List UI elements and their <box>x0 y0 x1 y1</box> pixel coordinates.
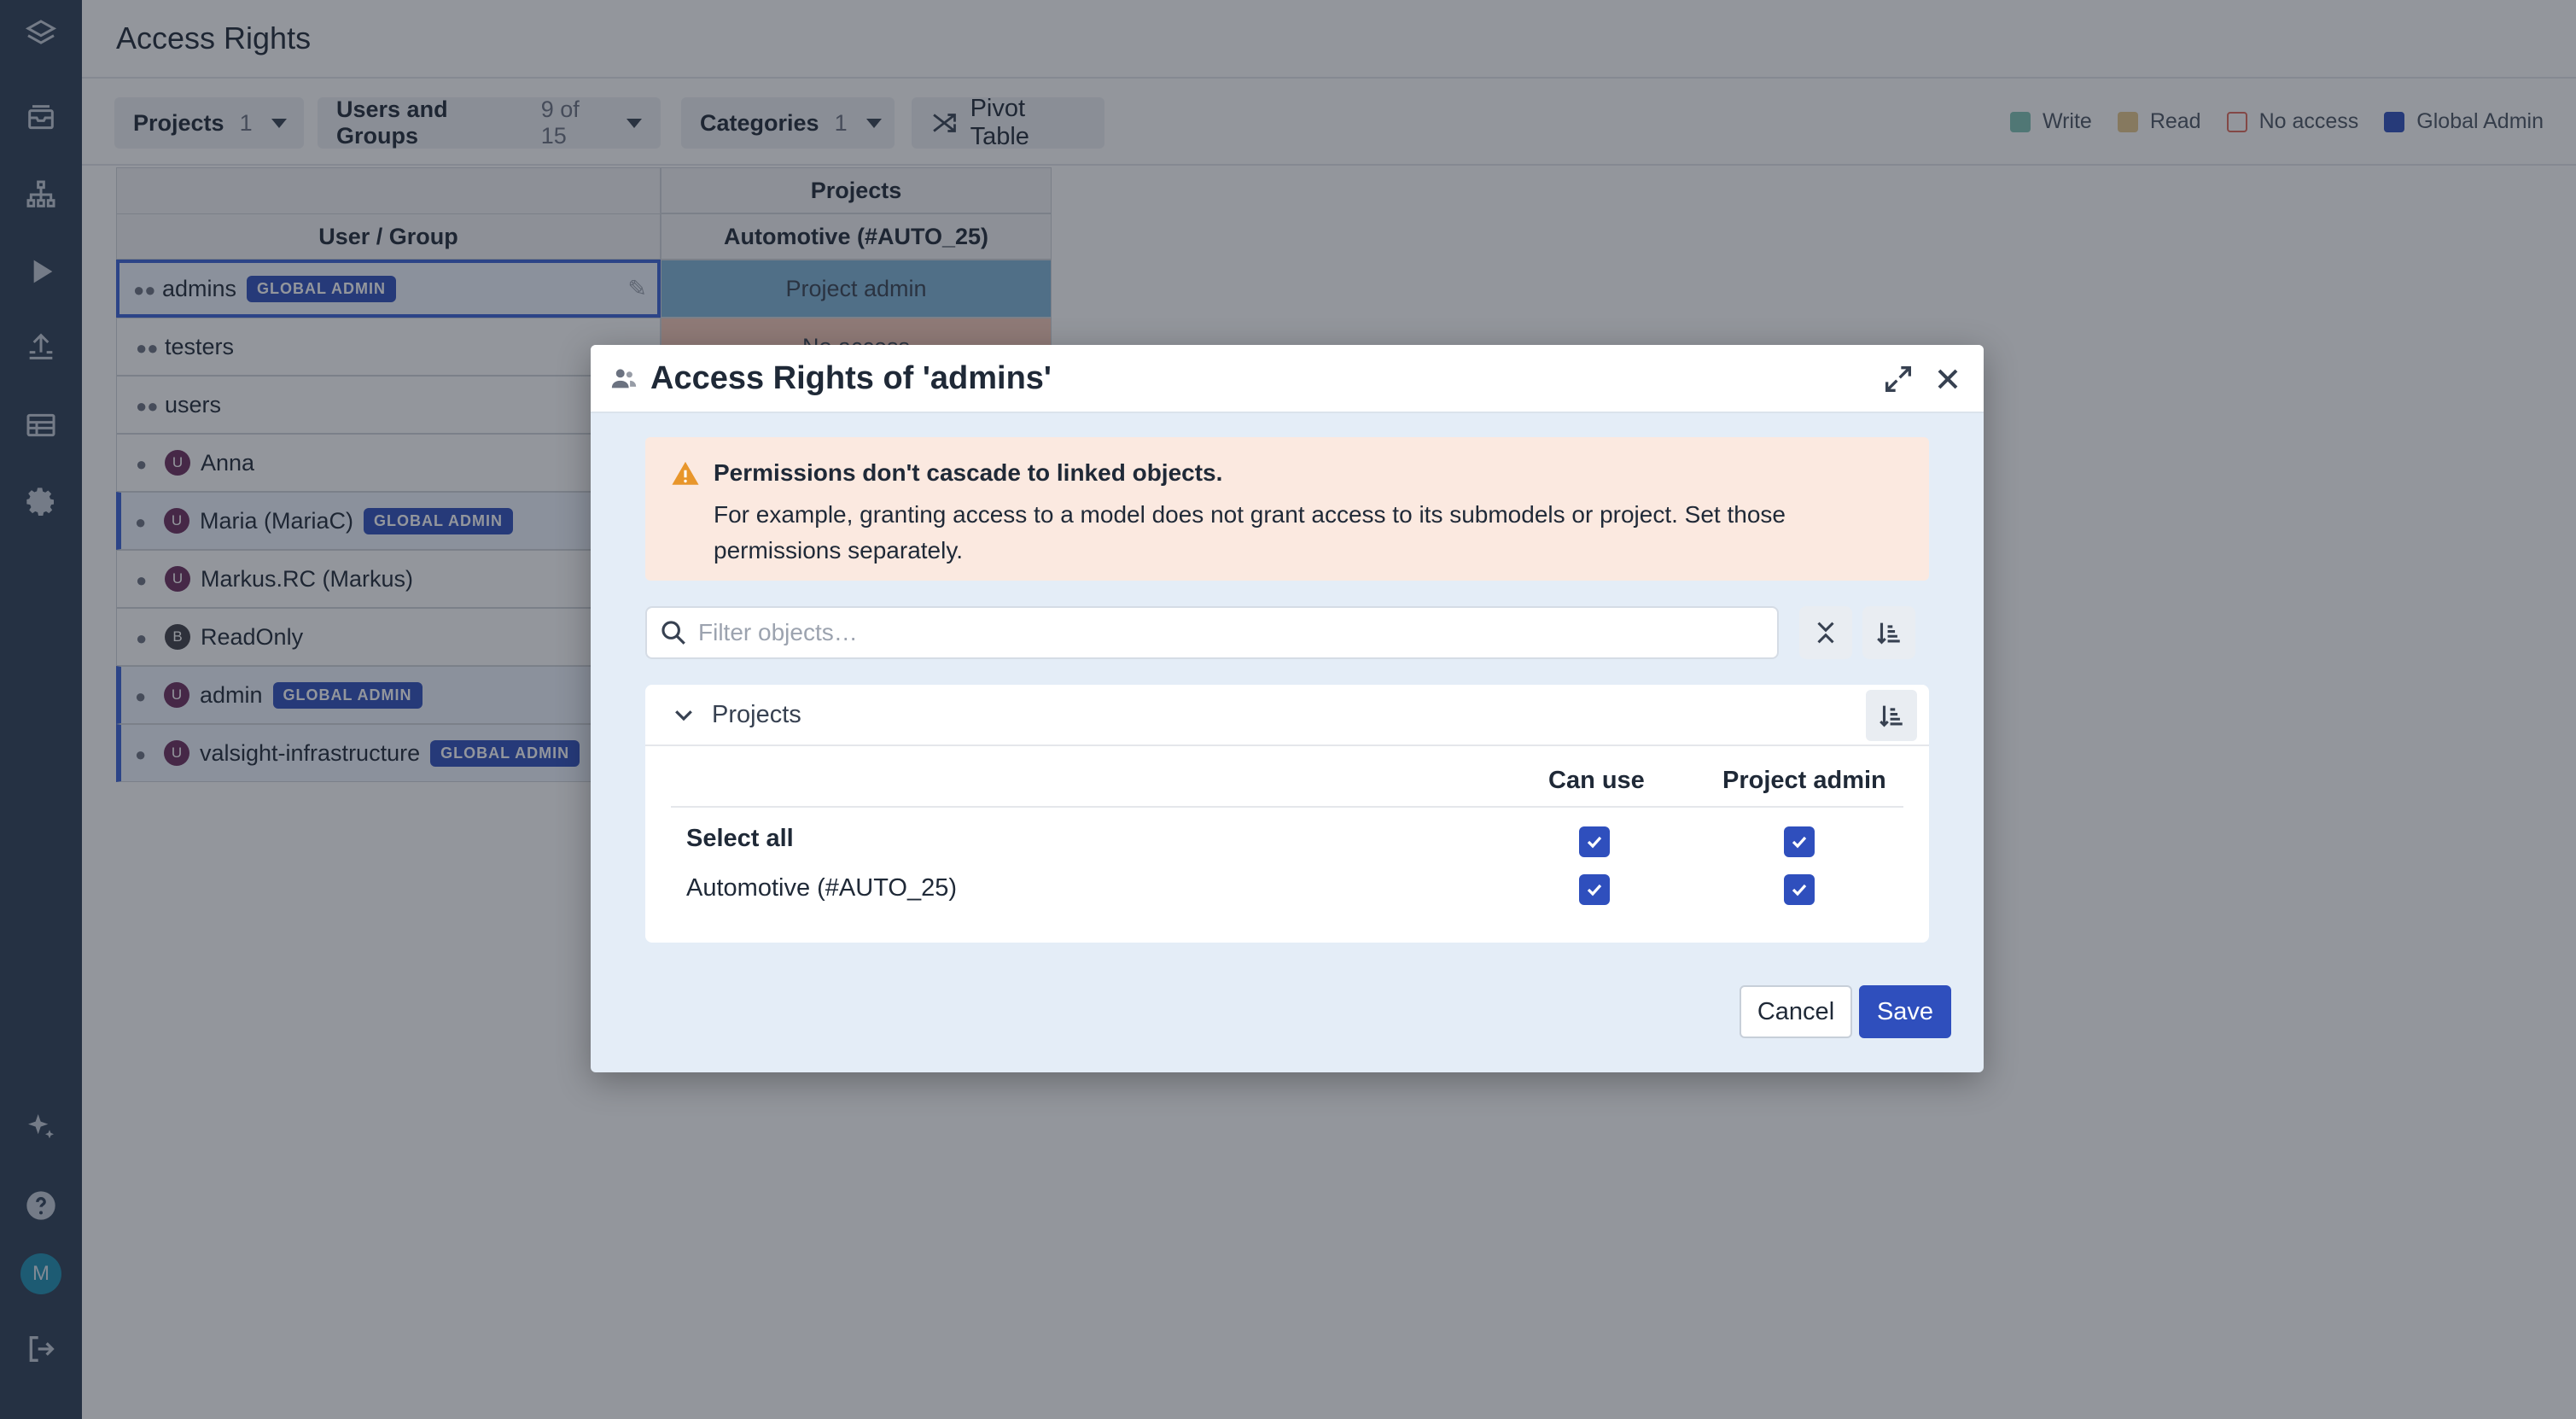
filter-objects-field[interactable] <box>645 606 1779 659</box>
select-all-can-use-checkbox[interactable] <box>1579 826 1610 857</box>
divider <box>671 806 1903 808</box>
check-icon <box>1792 836 1807 849</box>
group-icon <box>611 369 637 388</box>
section-title: Projects <box>712 700 801 728</box>
check-icon <box>1587 836 1602 849</box>
collapse-all-button[interactable] <box>1799 606 1852 659</box>
check-icon <box>1792 884 1807 896</box>
filter-objects-input[interactable] <box>698 619 1722 646</box>
select-all-project-admin-checkbox[interactable] <box>1784 826 1815 857</box>
project-can-use-checkbox[interactable] <box>1579 874 1610 905</box>
warning-title: Permissions don't cascade to linked obje… <box>714 459 1223 486</box>
dialog-title: Access Rights of 'admins' <box>650 359 1052 396</box>
warning-body: For example, granting access to a model … <box>714 501 1786 564</box>
project-row-label: Automotive (#AUTO_25) <box>686 874 957 902</box>
projects-section: Projects Can use Project admin Select al… <box>645 685 1929 943</box>
expand-icon[interactable] <box>1881 362 1915 396</box>
access-rights-dialog: Access Rights of 'admins' Permissions do… <box>591 345 1984 1072</box>
chevron-down-icon[interactable] <box>671 702 696 727</box>
project-admin-checkbox[interactable] <box>1784 874 1815 905</box>
cascade-warning: Permissions don't cascade to linked obje… <box>645 437 1929 581</box>
warning-icon <box>672 461 699 485</box>
sort-icon <box>1877 622 1900 645</box>
projects-section-header[interactable]: Projects <box>645 685 1929 746</box>
check-icon <box>1587 884 1602 896</box>
search-icon <box>661 621 685 645</box>
close-icon[interactable] <box>1931 362 1965 396</box>
cancel-button[interactable]: Cancel <box>1740 985 1852 1038</box>
save-button[interactable]: Save <box>1859 985 1951 1038</box>
sort-button[interactable] <box>1862 606 1915 659</box>
sort-icon <box>1880 705 1903 727</box>
section-sort-button[interactable] <box>1866 690 1917 741</box>
dialog-header: Access Rights of 'admins' <box>591 345 1984 413</box>
select-all-label: Select all <box>686 825 794 852</box>
can-use-header: Can use <box>1548 767 1645 794</box>
collapse-icon <box>1817 622 1834 644</box>
project-admin-header: Project admin <box>1722 767 1886 794</box>
